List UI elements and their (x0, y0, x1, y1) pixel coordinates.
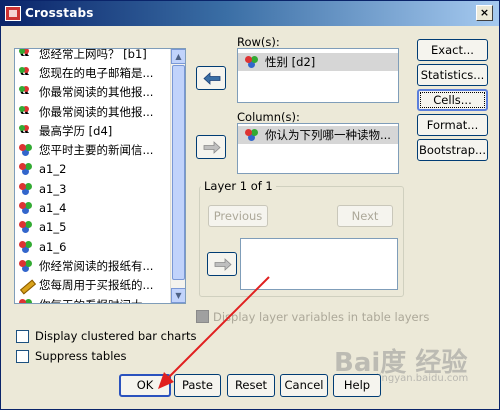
nominal-variable-icon (18, 182, 34, 196)
scroll-thumb[interactable] (172, 65, 185, 280)
window-title: Crosstabs (25, 6, 94, 20)
variable-item[interactable]: 你每天的看报时间大... (15, 295, 171, 304)
string-variable-icon (18, 49, 34, 61)
variable-item[interactable]: a1_4 (15, 198, 171, 217)
display-layer-checkbox[interactable] (196, 310, 209, 323)
move-to-rows-button[interactable] (196, 66, 226, 90)
string-variable-icon (18, 102, 34, 119)
variable-item[interactable]: a1_2 (15, 160, 171, 179)
variable-label: 你最常阅读的其他报... (39, 104, 154, 119)
variable-label: 您每周用于买报纸的... (39, 278, 154, 293)
format-button[interactable]: Format... (417, 114, 488, 136)
suppress-tables-checkbox[interactable] (16, 350, 29, 363)
move-to-layer-button[interactable] (207, 252, 237, 276)
suppress-tables-label: Suppress tables (35, 349, 127, 363)
variable-item[interactable]: 您每周用于买报纸的... (15, 276, 171, 295)
watermark-url: jingyan.baidu.com (376, 373, 469, 384)
clustered-bar-checkbox[interactable] (16, 330, 29, 343)
crosstabs-dialog: Crosstabs × 您经常上网吗？ [b1] 您现在的电子邮箱是... 你最常阅… (0, 0, 500, 410)
move-to-columns-button[interactable] (196, 135, 226, 159)
columns-item[interactable]: 你认为下列哪一种读物... (238, 126, 398, 144)
string-variable-icon (18, 121, 34, 138)
cells-button[interactable]: Cells... (417, 89, 488, 111)
reset-button[interactable]: Reset (227, 374, 275, 397)
rows-listbox[interactable]: 性别 [d2] (237, 48, 399, 103)
nominal-variable-icon (18, 162, 34, 176)
variable-item[interactable]: 您经常上网吗？ [b1] (15, 48, 171, 63)
cancel-button[interactable]: Cancel (280, 374, 328, 397)
display-layer-label: Display layer variables in table layers (213, 310, 430, 324)
previous-button[interactable]: Previous (208, 205, 268, 227)
variable-label: a1_6 (39, 239, 67, 254)
nominal-variable-icon (18, 201, 34, 215)
next-button[interactable]: Next (337, 205, 393, 227)
string-variable-icon (18, 63, 34, 80)
variable-item[interactable]: a1_6 (15, 237, 171, 256)
arrow-left-icon (203, 72, 221, 85)
nominal-variable-icon (18, 259, 34, 273)
variable-item[interactable]: 你最常阅读的其他报... (15, 102, 171, 121)
close-button[interactable]: × (476, 5, 493, 21)
variable-label: a1_2 (39, 162, 67, 177)
layer-title: Layer 1 of 1 (201, 179, 276, 193)
nominal-variable-icon (18, 240, 34, 254)
variable-item[interactable]: 您平时主要的新闻信... (15, 140, 171, 159)
variable-label: 您平时主要的新闻信... (39, 143, 154, 158)
scroll-up-arrow[interactable]: ▲ (171, 49, 185, 64)
layer-listbox[interactable] (240, 238, 398, 290)
paste-button[interactable]: Paste (174, 374, 221, 397)
nominal-variable-icon (18, 143, 34, 157)
variable-label: 你每天的看报时间大... (39, 297, 153, 304)
statistics-button[interactable]: Statistics... (417, 64, 488, 86)
nominal-variable-icon (244, 128, 260, 142)
title-bar[interactable]: Crosstabs × (1, 1, 499, 26)
variable-list-items: 您经常上网吗？ [b1] 您现在的电子邮箱是... 你最常阅读的其他报... 你最常阅… (15, 48, 171, 304)
columns-label: Column(s): (237, 110, 300, 124)
scale-variable-icon (18, 278, 34, 292)
variable-label: 你经常阅读的报纸有... (39, 258, 154, 273)
columns-listbox[interactable]: 你认为下列哪一种读物... (237, 123, 399, 174)
rows-item[interactable]: 性别 [d2] (238, 53, 398, 71)
arrow-right-icon (203, 141, 221, 154)
variable-item[interactable]: 您现在的电子邮箱是... (15, 63, 171, 82)
rows-label: Row(s): (237, 35, 280, 49)
nominal-variable-icon (244, 55, 260, 69)
variable-list[interactable]: 您经常上网吗？ [b1] 您现在的电子邮箱是... 你最常阅读的其他报... 你最常阅… (14, 48, 186, 304)
variable-item[interactable]: a1_5 (15, 218, 171, 237)
arrow-right-icon (214, 258, 232, 271)
variable-item[interactable]: 最高学历 [d4] (15, 121, 171, 140)
variable-label: 您现在的电子邮箱是... (39, 65, 154, 80)
ok-button[interactable]: OK (119, 374, 171, 397)
bootstrap-button[interactable]: Bootstrap... (417, 139, 488, 161)
variable-label: 最高学历 [d4] (39, 123, 113, 138)
variable-label: a1_4 (39, 201, 67, 216)
variable-item[interactable]: 你最常阅读的其他报... (15, 83, 171, 102)
string-variable-icon (18, 83, 34, 99)
app-icon (5, 6, 21, 21)
clustered-bar-label: Display clustered bar charts (35, 329, 197, 343)
variable-item[interactable]: 你经常阅读的报纸有... (15, 256, 171, 275)
variable-list-scrollbar[interactable]: ▲ ▼ (170, 49, 185, 303)
scroll-down-arrow[interactable]: ▼ (171, 288, 185, 303)
nominal-variable-icon (18, 220, 34, 234)
variable-label: 你最常阅读的其他报... (39, 85, 154, 100)
nominal-variable-icon (18, 298, 34, 303)
rows-item-label: 性别 [d2] (265, 55, 316, 69)
exact-button[interactable]: Exact... (417, 39, 488, 61)
variable-label: 您经常上网吗？ [b1] (39, 48, 147, 61)
help-button[interactable]: Help (333, 374, 381, 397)
columns-item-label: 你认为下列哪一种读物... (265, 128, 391, 142)
variable-item[interactable]: a1_3 (15, 179, 171, 198)
variable-label: a1_3 (39, 181, 67, 196)
variable-label: a1_5 (39, 220, 67, 235)
